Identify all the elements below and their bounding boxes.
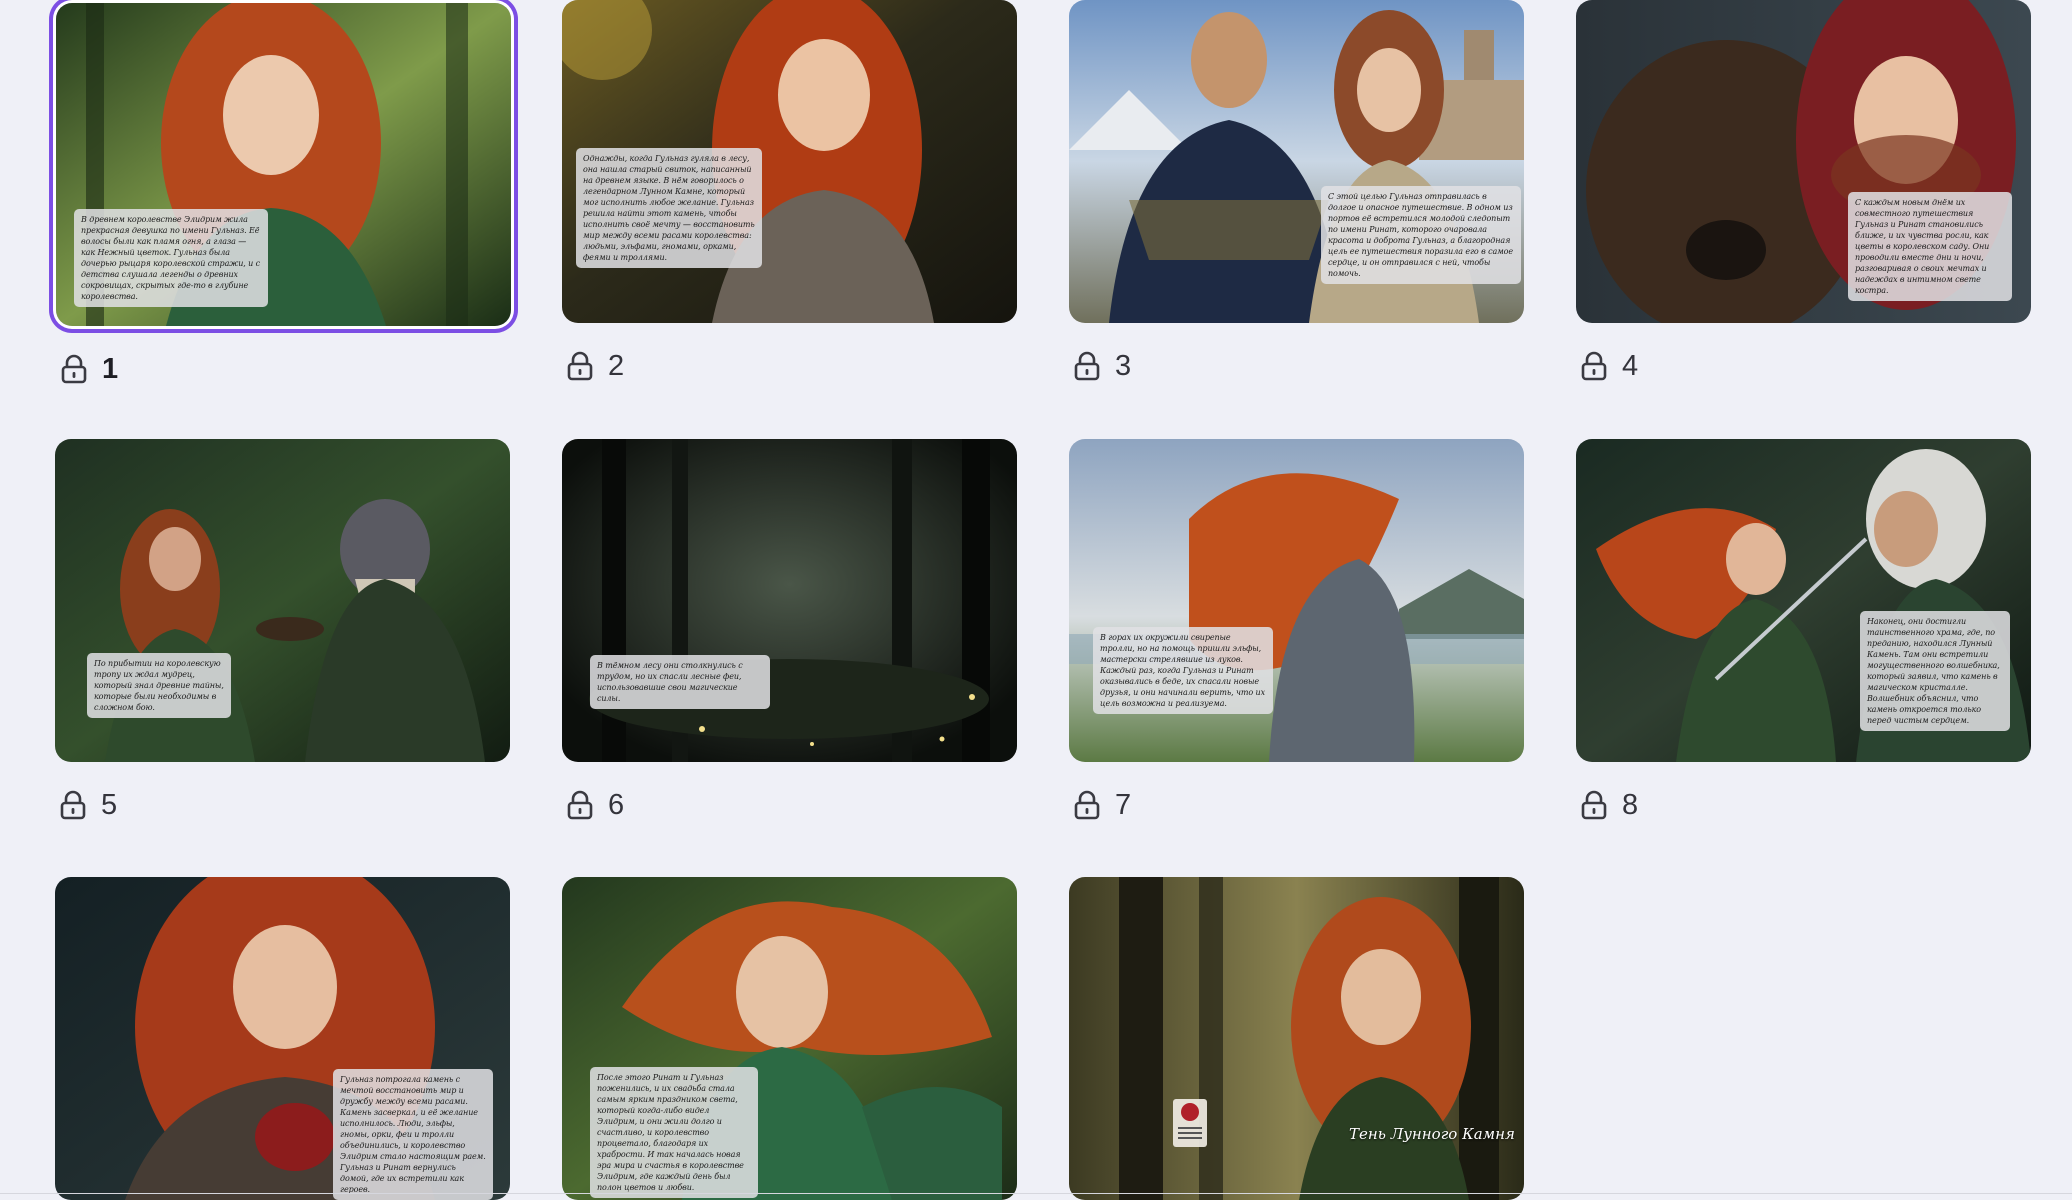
slide-label-8: 8 — [1580, 789, 1638, 821]
slide-caption-8: Наконец, они достигли таинственного храм… — [1860, 611, 2010, 731]
seal-text-lines — [1178, 1127, 1202, 1129]
slide-number-6: 6 — [608, 789, 625, 821]
slide-card-6[interactable]: В тёмном лесу они столкнулись с трудом, … — [562, 439, 1017, 821]
slide-thumbnail-1[interactable]: В древнем королевстве Элидрим жила прекр… — [56, 3, 511, 326]
slide-thumbnail-10[interactable]: После этого Ринат и Гульназ поженились, … — [562, 877, 1017, 1200]
slide-number-8: 8 — [1622, 789, 1639, 821]
slide-number-1: 1 — [102, 353, 119, 385]
slide-number-4: 4 — [1622, 350, 1639, 382]
slide-thumbnail-2[interactable]: Однажды, когда Гульназ гуляла в лесу, он… — [562, 0, 1017, 323]
lock-icon[interactable] — [1580, 351, 1608, 381]
slide-caption-6: В тёмном лесу они столкнулись с трудом, … — [590, 655, 770, 709]
slide-thumbnail-3[interactable]: С этой целью Гульназ отправилась в долго… — [1069, 0, 1524, 323]
slide-card-8[interactable]: Наконец, они достигли таинственного храм… — [1576, 439, 2031, 821]
slide-label-7: 7 — [1073, 789, 1131, 821]
slide-label-4: 4 — [1580, 350, 1638, 382]
slide-thumbnail-7[interactable]: В горах их окружили свирепые тролли, но … — [1069, 439, 1524, 762]
slide-thumbnail-6[interactable]: В тёмном лесу они столкнулись с трудом, … — [562, 439, 1017, 762]
slide-card-1[interactable]: В древнем королевстве Элидрим жила прекр… — [56, 3, 511, 385]
slide-card-10[interactable]: После этого Ринат и Гульназ поженились, … — [562, 877, 1017, 1200]
lock-icon[interactable] — [1073, 790, 1101, 820]
lock-icon[interactable] — [566, 351, 594, 381]
slide-grid: В древнем королевстве Элидрим жила прекр… — [0, 0, 2072, 1200]
slide-caption-1: В древнем королевстве Элидрим жила прекр… — [74, 209, 268, 307]
lock-icon[interactable] — [1580, 790, 1608, 820]
slide-thumbnail-8[interactable]: Наконец, они достигли таинственного храм… — [1576, 439, 2031, 762]
slide-number-3: 3 — [1115, 350, 1132, 382]
slide-number-5: 5 — [101, 789, 118, 821]
slide-caption-9: Гульназ потрогала камень с мечтой восста… — [333, 1069, 493, 1200]
lock-icon[interactable] — [566, 790, 594, 820]
slide-card-3[interactable]: С этой целью Гульназ отправилась в долго… — [1069, 0, 1524, 382]
bottom-divider — [0, 1193, 2072, 1194]
slide-card-9[interactable]: Гульназ потрогала камень с мечтой восста… — [55, 877, 510, 1200]
lock-icon[interactable] — [1073, 351, 1101, 381]
slide-thumbnail-9[interactable]: Гульназ потрогала камень с мечтой восста… — [55, 877, 510, 1200]
slide-label-1: 1 — [60, 353, 118, 385]
slide-image-11 — [1069, 877, 1524, 1200]
publisher-seal — [1173, 1099, 1207, 1147]
slide-title-11: Тень Лунного Камня — [1349, 1125, 1515, 1143]
slide-number-7: 7 — [1115, 789, 1132, 821]
slide-card-4[interactable]: С каждым новым днём их совместного путеш… — [1576, 0, 2031, 382]
slide-label-3: 3 — [1073, 350, 1131, 382]
slide-caption-7: В горах их окружили свирепые тролли, но … — [1093, 627, 1273, 714]
slide-card-11[interactable]: Тень Лунного Камня — [1069, 877, 1524, 1200]
slide-caption-4: С каждым новым днём их совместного путеш… — [1848, 192, 2012, 301]
slide-thumbnail-5[interactable]: По прибытии на королевскую тропу их ждал… — [55, 439, 510, 762]
slide-caption-5: По прибытии на королевскую тропу их ждал… — [87, 653, 231, 718]
slide-card-2[interactable]: Однажды, когда Гульназ гуляла в лесу, он… — [562, 0, 1017, 382]
slide-caption-3: С этой целью Гульназ отправилась в долго… — [1321, 186, 1521, 284]
slide-number-2: 2 — [608, 350, 625, 382]
slide-label-6: 6 — [566, 789, 624, 821]
slide-thumbnail-4[interactable]: С каждым новым днём их совместного путеш… — [1576, 0, 2031, 323]
lock-icon[interactable] — [59, 790, 87, 820]
slide-image-6 — [562, 439, 1017, 762]
slide-card-5[interactable]: По прибытии на королевскую тропу их ждал… — [55, 439, 510, 821]
slide-thumbnail-11[interactable]: Тень Лунного Камня — [1069, 877, 1524, 1200]
slide-card-7[interactable]: В горах их окружили свирепые тролли, но … — [1069, 439, 1524, 821]
slide-caption-2: Однажды, когда Гульназ гуляла в лесу, он… — [576, 148, 762, 268]
slide-label-2: 2 — [566, 350, 624, 382]
lock-icon[interactable] — [60, 354, 88, 384]
slide-caption-10: После этого Ринат и Гульназ поженились, … — [590, 1067, 758, 1198]
seal-emblem-icon — [1181, 1103, 1199, 1121]
slide-label-5: 5 — [59, 789, 117, 821]
